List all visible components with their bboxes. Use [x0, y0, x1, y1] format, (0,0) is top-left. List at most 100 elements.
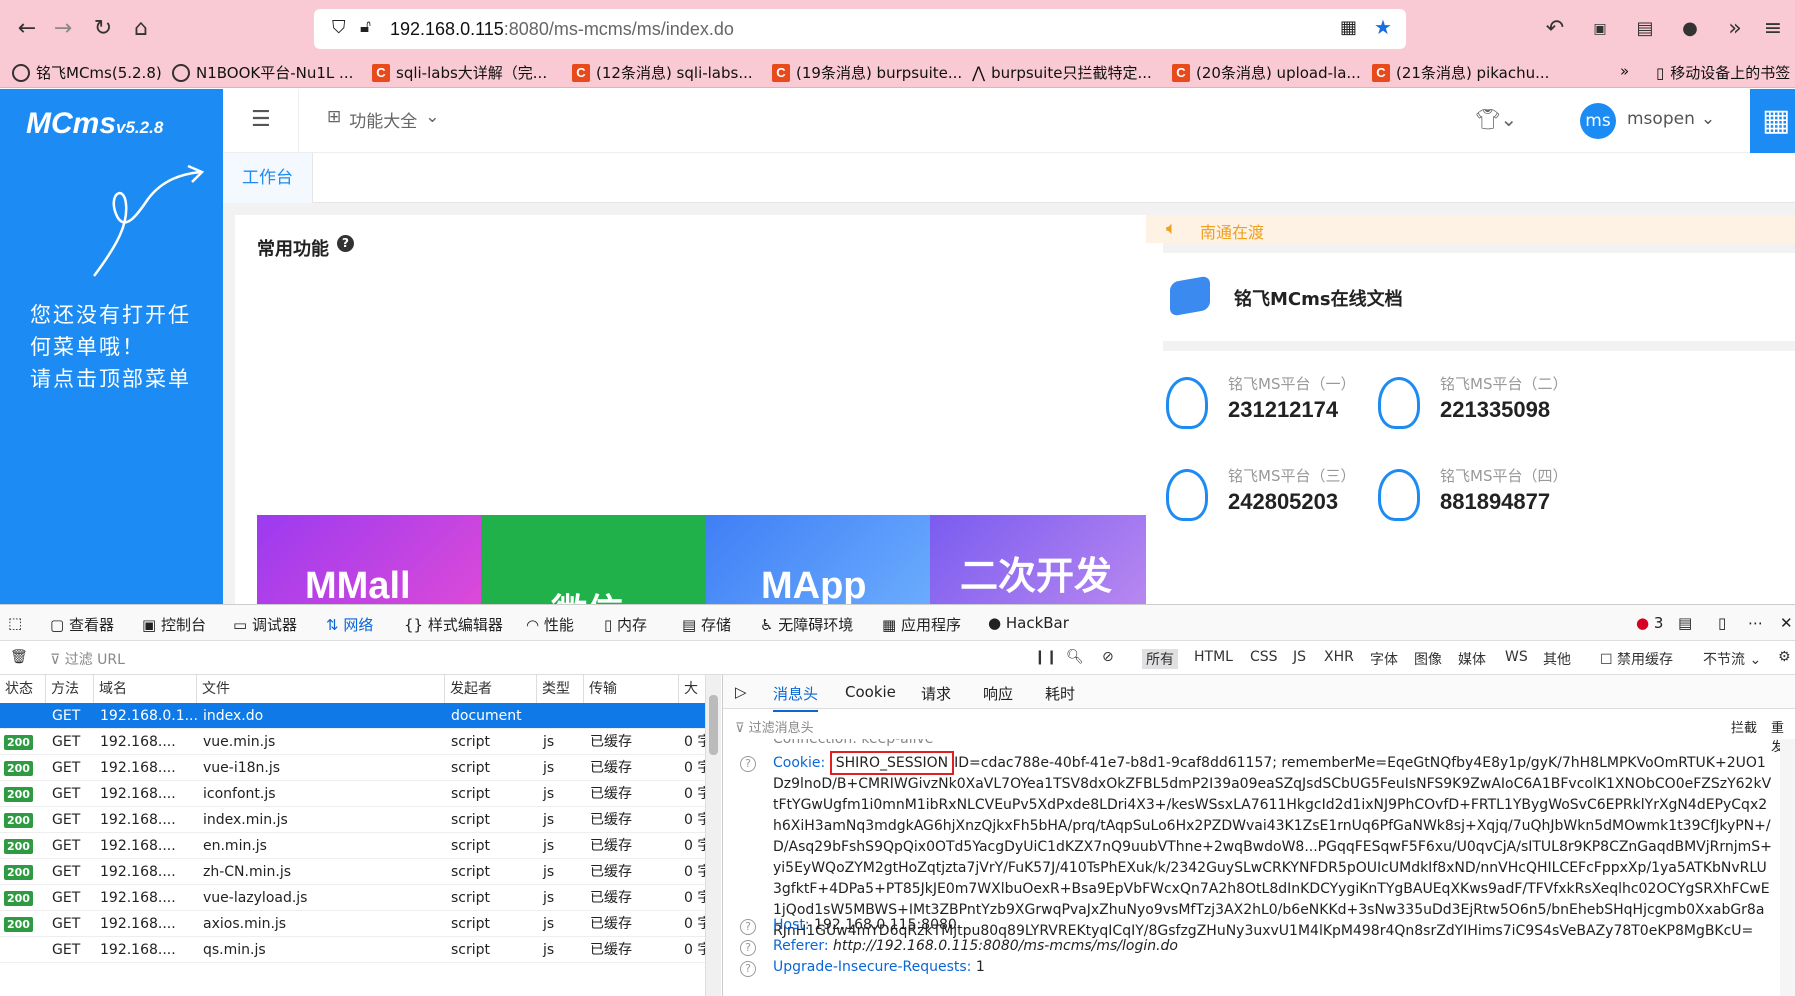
- block-icon[interactable]: ⊘: [1102, 649, 1114, 665]
- banner-wechat[interactable]: 微信: [481, 515, 725, 616]
- help-icon[interactable]: ?: [740, 961, 756, 977]
- reload-icon[interactable]: ↻: [88, 14, 118, 44]
- toggle-sidebar-icon[interactable]: ▷: [735, 683, 747, 701]
- tab-inspector[interactable]: ▢ 查看器: [50, 614, 114, 635]
- col-transfer[interactable]: 传输: [584, 675, 679, 703]
- home-icon[interactable]: ⌂: [126, 14, 156, 44]
- more-tools-icon[interactable]: »: [1720, 14, 1750, 44]
- col-size[interactable]: 大: [679, 675, 705, 703]
- selenium-icon[interactable]: ▣: [1585, 14, 1615, 44]
- disable-cache-checkbox[interactable]: ☐ 禁用缓存: [1600, 649, 1673, 669]
- tab-request[interactable]: 请求: [921, 683, 951, 704]
- bookmark-item[interactable]: Csqli-labs大详解（完...: [372, 62, 547, 83]
- filter-other[interactable]: 其他: [1543, 649, 1571, 669]
- col-file[interactable]: 文件: [197, 675, 445, 703]
- filter-xhr[interactable]: XHR: [1324, 649, 1354, 665]
- qr-code-icon[interactable]: ▦: [1340, 17, 1357, 38]
- throttle-select[interactable]: 不节流 ⌄: [1703, 649, 1761, 669]
- bookmark-item[interactable]: 铭飞MCms(5.2.8): [12, 62, 162, 83]
- bookmark-item[interactable]: ▯ 移动设备上的书签: [1656, 62, 1790, 83]
- table-scrollbar[interactable]: [705, 675, 721, 996]
- col-initiator[interactable]: 发起者: [445, 675, 537, 703]
- tab-workbench[interactable]: 工作台: [223, 153, 313, 203]
- table-row[interactable]: 200 GET 192.168.... axios.min.js script js 已缓存…: [0, 911, 705, 937]
- filter-headers-input[interactable]: ⊽ 过滤消息头: [735, 717, 814, 736]
- bookmark-item[interactable]: C (20条消息) upload-la...: [1172, 62, 1361, 83]
- bookmark-item[interactable]: ⋀ burpsuite只拦截特定...: [972, 62, 1152, 83]
- filter-fonts[interactable]: 字体: [1370, 649, 1398, 669]
- tab-network[interactable]: ⇅ 网络: [326, 614, 373, 635]
- online-docs-card[interactable]: 铭飞MCms在线文档: [1146, 253, 1795, 341]
- dock-icon[interactable]: ▯: [1718, 614, 1726, 632]
- table-row[interactable]: GET 192.168.... qs.min.js script js 已缓存 0 字: [0, 937, 705, 963]
- skin-icon[interactable]: 👕︎⌄: [1475, 107, 1517, 131]
- table-row[interactable]: 200 GET 192.168.... vue-lazyload.js script js…: [0, 885, 705, 911]
- close-icon[interactable]: ✕: [1780, 614, 1793, 632]
- help-icon[interactable]: ?: [337, 235, 354, 252]
- banner-mmall[interactable]: MMall: [257, 515, 501, 616]
- bookmark-item[interactable]: C (21条消息) pikachu...: [1372, 62, 1549, 83]
- tab-debugger[interactable]: ▭ 调试器: [233, 614, 297, 635]
- more-options-icon[interactable]: ⋯: [1748, 614, 1763, 632]
- col-method[interactable]: 方法: [46, 675, 94, 703]
- tab-accessibility[interactable]: ♿︎ 无障碍环境: [760, 614, 853, 635]
- tab-performance[interactable]: ◠ 性能: [526, 614, 574, 635]
- filter-css[interactable]: CSS: [1250, 649, 1278, 665]
- undo-icon[interactable]: ↶: [1540, 14, 1570, 44]
- block-button[interactable]: 拦截: [1731, 717, 1757, 736]
- search-icon[interactable]: 🔍︎: [1066, 649, 1084, 665]
- help-icon[interactable]: ?: [740, 756, 756, 772]
- profile-icon[interactable]: ●: [1675, 14, 1705, 44]
- bookmark-item[interactable]: C (12条消息) sqli-labs...: [572, 62, 753, 83]
- bookmark-star-icon[interactable]: ★: [1374, 15, 1392, 39]
- pause-icon[interactable]: ❙❙: [1034, 649, 1057, 665]
- filter-images[interactable]: 图像: [1414, 649, 1442, 669]
- collapse-menu-icon[interactable]: ☰: [251, 107, 271, 132]
- banner-mapp[interactable]: MApp: [706, 515, 950, 616]
- details-scrollbar[interactable]: [1780, 739, 1795, 996]
- tab-timings[interactable]: 耗时: [1045, 683, 1075, 704]
- table-row[interactable]: 200 GET 192.168.... vue-i18n.js script js 已缓存 0…: [0, 755, 705, 781]
- settings-gear-icon[interactable]: ⚙: [1778, 649, 1791, 665]
- col-status[interactable]: 状态: [0, 675, 46, 703]
- bookmark-item[interactable]: N1BOOK平台-Nu1L ...: [172, 62, 353, 83]
- bookmark-item[interactable]: C (19条消息) burpsuite...: [772, 62, 962, 83]
- tab-application[interactable]: ▦ 应用程序: [882, 614, 961, 635]
- tab-console[interactable]: ▣ 控制台: [142, 614, 206, 635]
- tab-style-editor[interactable]: {} 样式编辑器: [404, 614, 503, 635]
- tab-response[interactable]: 响应: [983, 683, 1013, 704]
- filter-url-input[interactable]: ⊽ 过滤 URL: [50, 649, 125, 669]
- apps-grid-button[interactable]: ▦: [1750, 89, 1795, 153]
- filter-html[interactable]: HTML: [1194, 649, 1233, 665]
- url-bar[interactable]: ⛉ 🔓︎ 192.168.0.115:8080/ms-mcms/ms/index…: [314, 9, 1406, 49]
- table-row[interactable]: 200 GET 192.168.... index.min.js script js 已缓存…: [0, 807, 705, 833]
- bookmarks-overflow-icon[interactable]: »: [1620, 62, 1629, 80]
- menu-icon[interactable]: ≡: [1758, 14, 1788, 44]
- tab-storage[interactable]: ▤ 存储: [682, 614, 731, 635]
- forward-icon[interactable]: →: [48, 14, 78, 44]
- avatar[interactable]: ms: [1580, 103, 1616, 139]
- help-icon[interactable]: ?: [740, 940, 756, 956]
- table-row[interactable]: 200 GET 192.168.... vue.min.js script js 已缓存 0 …: [0, 729, 705, 755]
- filter-all[interactable]: 所有: [1142, 649, 1178, 669]
- help-icon[interactable]: ?: [740, 919, 756, 935]
- table-row[interactable]: 200 GET 192.168.... en.min.js script js 已缓存 0 字: [0, 833, 705, 859]
- element-picker-icon[interactable]: ⬚: [8, 614, 22, 632]
- tab-headers[interactable]: 消息头: [773, 683, 819, 712]
- user-menu[interactable]: msopen ⌄: [1627, 109, 1715, 129]
- banner-secondary-dev[interactable]: 二次开发: [930, 515, 1174, 616]
- tab-hackbar[interactable]: ● HackBar: [988, 614, 1069, 632]
- tab-cookies[interactable]: Cookie: [845, 683, 896, 701]
- filter-js[interactable]: JS: [1293, 649, 1306, 665]
- tab-memory[interactable]: ▯ 内存: [604, 614, 647, 635]
- table-row[interactable]: 200 GET 192.168.... zh-CN.min.js script js 已缓存…: [0, 859, 705, 885]
- col-type[interactable]: 类型: [537, 675, 584, 703]
- filter-media[interactable]: 媒体: [1458, 649, 1486, 669]
- filter-ws[interactable]: WS: [1505, 649, 1528, 665]
- col-domain[interactable]: 域名: [94, 675, 197, 703]
- trash-icon[interactable]: 🗑︎: [10, 649, 28, 665]
- error-count[interactable]: ● 3: [1636, 614, 1663, 632]
- extension-icon[interactable]: ▤: [1630, 14, 1660, 44]
- table-row[interactable]: 200 GET 192.168.... iconfont.js script js 已缓存 0…: [0, 781, 705, 807]
- back-icon[interactable]: ←: [12, 14, 42, 44]
